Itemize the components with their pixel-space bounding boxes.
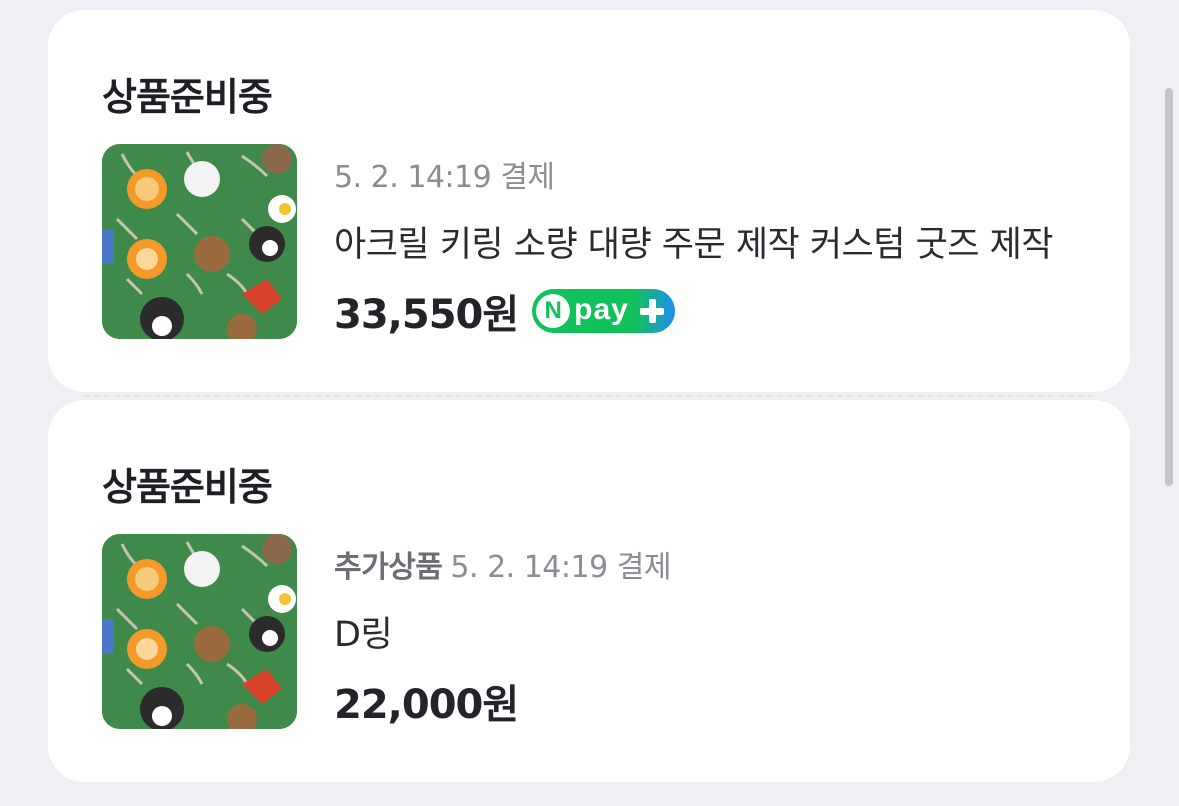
product-name[interactable]: D링 [334, 606, 1074, 657]
order-card[interactable]: 상품준비중 5. 2. 14:19 결제 아크릴 키링 소량 대량 주문 제작 … [48, 10, 1130, 392]
npay-plus-badge: N pay [532, 289, 675, 333]
plus-icon [635, 294, 669, 328]
order-status: 상품준비중 [102, 465, 273, 509]
order-card[interactable]: 상품준비중 추가상품 5. 2. 14:19 결제 D링 22,000원 [48, 400, 1130, 782]
order-datetime: 5. 2. 14:19 결제 [334, 160, 555, 195]
order-status: 상품준비중 [102, 75, 273, 119]
price-row: 22,000원 [334, 672, 519, 730]
card-divider [84, 395, 1094, 397]
order-meta: 5. 2. 14:19 결제 [334, 152, 555, 196]
product-thumbnail[interactable] [102, 144, 297, 339]
order-datetime: 5. 2. 14:19 결제 [450, 550, 671, 585]
npay-n-icon: N [536, 294, 571, 328]
product-price: 22,000원 [334, 682, 519, 728]
product-name[interactable]: 아크릴 키링 소량 대량 주문 제작 커스텀 굿즈 제작 [334, 216, 1074, 267]
price-row: 33,550원 N pay [334, 282, 675, 340]
product-price: 33,550원 [334, 292, 519, 338]
keyring-photo-icon [102, 144, 297, 339]
scrollbar[interactable] [1165, 88, 1173, 486]
npay-label: pay [574, 293, 629, 326]
order-meta: 추가상품 5. 2. 14:19 결제 [334, 542, 671, 586]
additional-item-tag: 추가상품 [334, 550, 443, 585]
keyring-photo-icon [102, 534, 297, 729]
product-thumbnail[interactable] [102, 534, 297, 729]
